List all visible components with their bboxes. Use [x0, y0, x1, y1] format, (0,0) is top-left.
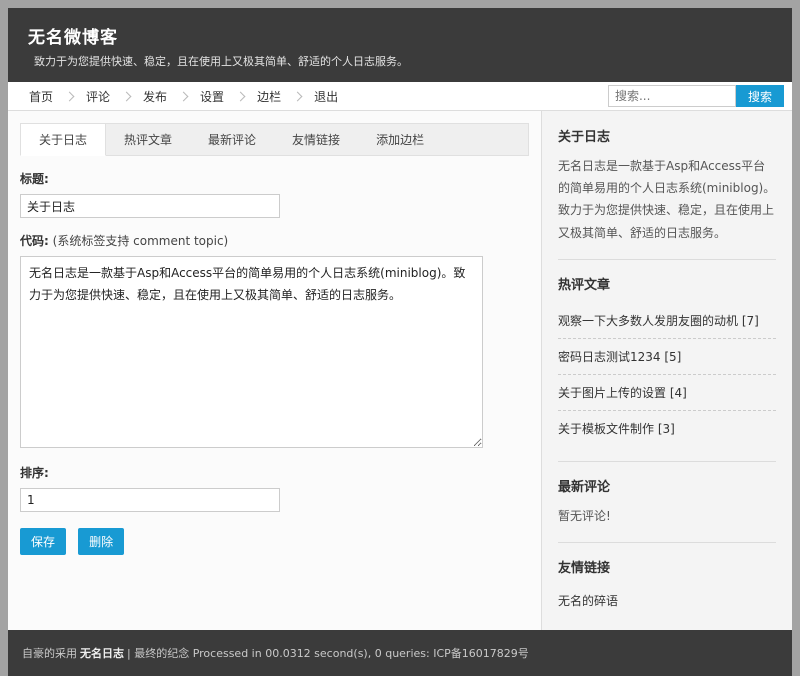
footer-prefix-text: 自豪的采用	[22, 647, 77, 660]
title-label: 标题:	[20, 170, 529, 187]
form-buttons: 保存 删除	[20, 528, 529, 555]
about-heading: 关于日志	[558, 126, 776, 145]
delete-button[interactable]: 删除	[78, 528, 124, 555]
main-nav: 首页 评论 发布 设置 边栏 退出 搜索	[8, 82, 792, 111]
hot-article-link[interactable]: 观察一下大多数人发朋友圈的动机 [7]	[558, 303, 776, 339]
sidebar-section-latest-comments: 最新评论 暂无评论!	[558, 476, 776, 527]
no-comments-text: 暂无评论!	[558, 505, 776, 527]
site-title: 无名微博客	[28, 23, 772, 48]
sidebar-edit-form: 标题: 代码: (系统标签支持 comment topic) 无名日志是一款基于…	[20, 170, 529, 555]
hot-article-link[interactable]: 关于图片上传的设置 [4]	[558, 375, 776, 411]
sidebar-section-hot-articles: 热评文章 观察一下大多数人发朋友圈的动机 [7] 密码日志测试1234 [5] …	[558, 274, 776, 446]
save-button[interactable]: 保存	[20, 528, 66, 555]
latest-comments-heading: 最新评论	[558, 476, 776, 495]
footer-brand-text: 无名日志	[80, 647, 124, 660]
tab-bar: 关于日志 热评文章 最新评论 友情链接 添加边栏	[20, 123, 529, 156]
nav-menu: 首页 评论 发布 设置 边栏 退出	[16, 88, 608, 105]
hot-articles-heading: 热评文章	[558, 274, 776, 293]
about-text: 无名日志是一款基于Asp和Access平台的简单易用的个人日志系统(minibl…	[558, 155, 776, 244]
right-sidebar: 关于日志 无名日志是一款基于Asp和Access平台的简单易用的个人日志系统(m…	[541, 111, 792, 630]
section-divider	[558, 542, 776, 543]
tab-latest-comments[interactable]: 最新评论	[190, 124, 274, 155]
content-area: 关于日志 热评文章 最新评论 友情链接 添加边栏 标题: 代码: (系统标签支持…	[8, 111, 792, 630]
tab-add-sidebar[interactable]: 添加边栏	[358, 124, 442, 155]
code-textarea[interactable]: 无名日志是一款基于Asp和Access平台的简单易用的个人日志系统(minibl…	[20, 256, 483, 448]
title-input[interactable]	[20, 194, 280, 218]
hot-article-link[interactable]: 密码日志测试1234 [5]	[558, 339, 776, 375]
order-label: 排序:	[20, 464, 529, 481]
site-subtitle: 致力于为您提供快速、稳定，且在使用上又极其简单、舒适的个人日志服务。	[34, 53, 776, 69]
section-divider	[558, 461, 776, 462]
friend-link[interactable]: 无名的碎语	[558, 586, 776, 615]
search-button[interactable]: 搜索	[736, 85, 784, 107]
hot-article-link[interactable]: 关于模板文件制作 [3]	[558, 411, 776, 446]
site-header: 无名微博客 致力于为您提供快速、稳定，且在使用上又极其简单、舒适的个人日志服务。	[8, 8, 792, 82]
page-container: 无名微博客 致力于为您提供快速、稳定，且在使用上又极其简单、舒适的个人日志服务。…	[8, 8, 792, 676]
nav-item-home[interactable]: 首页	[16, 88, 66, 105]
search-bar: 搜索	[608, 85, 784, 107]
nav-item-comments[interactable]: 评论	[73, 88, 123, 105]
nav-item-logout[interactable]: 退出	[301, 88, 351, 105]
tab-friend-links[interactable]: 友情链接	[274, 124, 358, 155]
sidebar-section-about: 关于日志 无名日志是一款基于Asp和Access平台的简单易用的个人日志系统(m…	[558, 126, 776, 244]
nav-item-publish[interactable]: 发布	[130, 88, 180, 105]
search-input[interactable]	[608, 85, 736, 107]
main-panel: 关于日志 热评文章 最新评论 友情链接 添加边栏 标题: 代码: (系统标签支持…	[8, 111, 541, 630]
footer-suffix-text: | 最终的纪念 Processed in 00.0312 second(s), …	[127, 647, 529, 660]
code-hint: (系统标签支持 comment topic)	[53, 234, 229, 248]
nav-item-sidebar[interactable]: 边栏	[244, 88, 294, 105]
tab-hot-articles[interactable]: 热评文章	[106, 124, 190, 155]
nav-item-settings[interactable]: 设置	[187, 88, 237, 105]
sidebar-section-friend-links: 友情链接 无名的碎语	[558, 557, 776, 615]
site-footer: 自豪的采用无名日志| 最终的纪念 Processed in 00.0312 se…	[8, 630, 792, 676]
code-label-row: 代码: (系统标签支持 comment topic)	[20, 232, 529, 249]
tab-about-blog[interactable]: 关于日志	[20, 123, 106, 156]
code-label: 代码:	[20, 234, 49, 248]
order-input[interactable]	[20, 488, 280, 512]
friend-links-heading: 友情链接	[558, 557, 776, 576]
section-divider	[558, 259, 776, 260]
